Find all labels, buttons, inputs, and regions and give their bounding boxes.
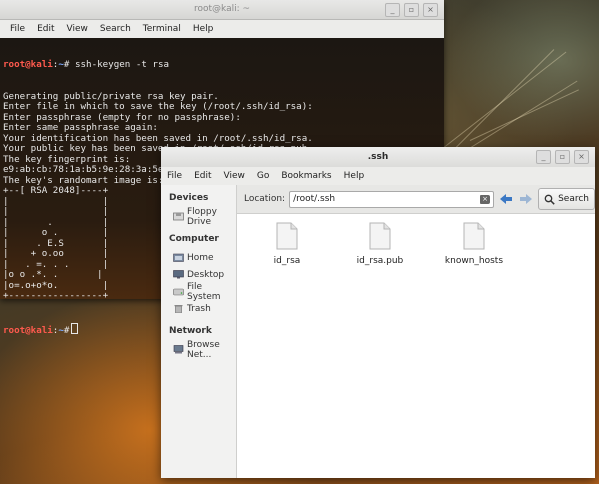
- sidebar-item-trash[interactable]: Trash: [161, 300, 236, 317]
- sidebar-heading-computer: Computer: [169, 234, 219, 244]
- file-name: known_hosts: [444, 256, 504, 266]
- sidebar-item-browse-network[interactable]: Browse Net...: [161, 339, 236, 360]
- maximize-button[interactable]: ▫: [404, 3, 419, 17]
- minimize-button[interactable]: _: [536, 150, 551, 164]
- location-toolbar: Location: /root/.ssh × Search: [236, 185, 595, 214]
- sidebar-item-floppy-drive[interactable]: Floppy Drive: [161, 206, 236, 227]
- desktop-icon: [173, 270, 184, 279]
- sidebar-item-label: Trash: [187, 303, 211, 314]
- menu-terminal[interactable]: Terminal: [137, 24, 187, 34]
- menu-go[interactable]: Go: [251, 171, 275, 181]
- text-cursor: [71, 322, 79, 334]
- sidebar-item-label: Browse Net...: [187, 339, 220, 360]
- menu-help[interactable]: Help: [187, 24, 220, 34]
- menu-view[interactable]: View: [61, 24, 94, 34]
- prompt-user: root@kali: [3, 59, 53, 70]
- maximize-button[interactable]: ▫: [555, 150, 570, 164]
- file-manager-titlebar[interactable]: .ssh _ ▫ ×: [161, 147, 595, 167]
- sidebar-heading-devices: Devices: [169, 193, 209, 203]
- location-label: Location:: [243, 194, 286, 204]
- terminal-title: root@kali: ~: [193, 4, 251, 14]
- minimize-button[interactable]: _: [385, 3, 400, 17]
- forward-button[interactable]: [518, 191, 534, 207]
- command-text: ssh-keygen -t rsa: [74, 59, 170, 70]
- document-icon: [369, 222, 391, 250]
- sidebar-heading-network: Network: [169, 326, 212, 336]
- sidebar-item-home[interactable]: Home: [161, 249, 236, 266]
- network-icon: [173, 345, 184, 354]
- sidebar-item-label: Floppy Drive: [187, 206, 217, 227]
- trash-icon: [173, 304, 184, 314]
- search-label: Search: [558, 194, 589, 204]
- close-button[interactable]: ×: [423, 3, 438, 17]
- command-line: root@kali:~# ssh-keygen -t rsa: [3, 59, 170, 70]
- sidebar-item-desktop[interactable]: Desktop: [161, 266, 236, 283]
- file-item-id-rsa-pub[interactable]: id_rsa.pub: [345, 222, 415, 266]
- close-button[interactable]: ×: [574, 150, 589, 164]
- menu-view[interactable]: View: [218, 171, 251, 181]
- file-name: id_rsa.pub: [356, 256, 404, 266]
- menu-file[interactable]: File: [161, 171, 188, 181]
- menu-bookmarks[interactable]: Bookmarks: [275, 171, 337, 181]
- clear-icon[interactable]: ×: [480, 194, 491, 204]
- back-button[interactable]: [498, 191, 514, 207]
- prompt-user: root@kali: [3, 324, 53, 336]
- floppy-icon: [173, 212, 184, 221]
- search-icon: [544, 194, 555, 205]
- sidebar-item-file-system[interactable]: File System: [161, 281, 236, 302]
- menu-edit[interactable]: Edit: [188, 171, 217, 181]
- arrow-left-icon: [500, 194, 513, 204]
- home-icon: [173, 253, 184, 262]
- file-name: id_rsa: [273, 256, 301, 266]
- document-icon: [276, 222, 298, 250]
- menu-help[interactable]: Help: [338, 171, 371, 181]
- sidebar-item-label: Home: [187, 252, 214, 263]
- sidebar-item-label: File System: [187, 281, 221, 302]
- drive-icon: [173, 287, 184, 296]
- file-item-known-hosts[interactable]: known_hosts: [439, 222, 509, 266]
- arrow-right-icon: [520, 194, 533, 204]
- terminal-titlebar[interactable]: root@kali: ~ _ ▫ ×: [0, 0, 444, 20]
- places-sidebar: Devices Floppy Drive Computer Home Deskt…: [161, 185, 237, 478]
- menu-edit[interactable]: Edit: [31, 24, 60, 34]
- search-button[interactable]: Search: [538, 188, 595, 210]
- terminal-menubar: File Edit View Search Terminal Help: [0, 20, 444, 39]
- location-input[interactable]: /root/.ssh ×: [289, 190, 495, 208]
- file-manager-menubar: File Edit View Go Bookmarks Help: [161, 167, 595, 186]
- sidebar-item-label: Desktop: [187, 269, 225, 280]
- file-manager-title: .ssh: [367, 152, 389, 162]
- file-view[interactable]: Location: /root/.ssh × Search id_rsa id_…: [236, 185, 595, 478]
- terminal-output-line: Enter same passphrase again:: [3, 122, 158, 133]
- menu-file[interactable]: File: [4, 24, 31, 34]
- menu-search[interactable]: Search: [94, 24, 137, 34]
- file-item-id-rsa[interactable]: id_rsa: [252, 222, 322, 266]
- wallpaper-streak: [439, 51, 567, 151]
- location-value: /root/.ssh: [293, 193, 336, 204]
- document-icon: [463, 222, 485, 250]
- wallpaper-streak: [454, 49, 555, 149]
- file-manager-window[interactable]: .ssh _ ▫ × File Edit View Go Bookmarks H…: [161, 147, 595, 478]
- terminal-output-line: Enter file in which to save the key (/ro…: [3, 101, 313, 112]
